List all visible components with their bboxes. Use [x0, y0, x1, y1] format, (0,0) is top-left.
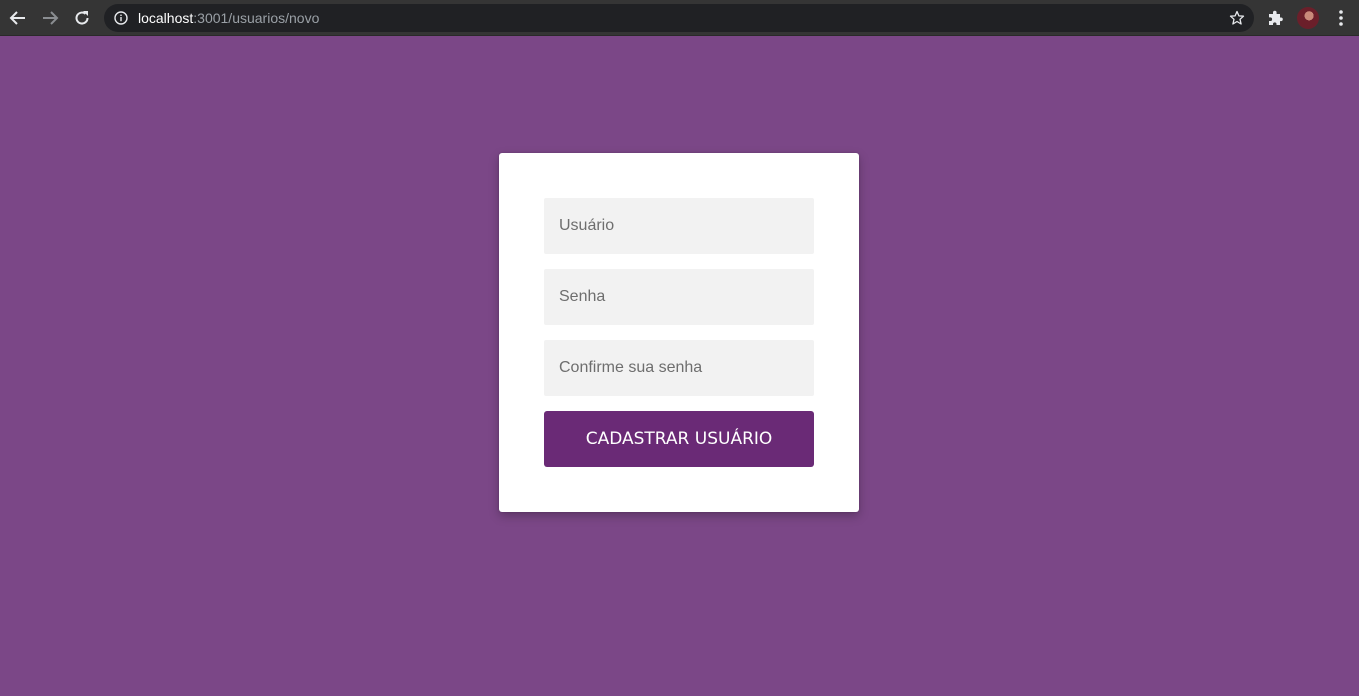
puzzle-icon[interactable] [1265, 8, 1285, 28]
url-path: :3001/usuarios/novo [193, 10, 320, 26]
url-host: localhost [138, 10, 194, 26]
register-user-button[interactable]: CADASTRAR USUÁRIO [544, 411, 814, 467]
username-input[interactable] [544, 198, 814, 254]
url-text: localhost:3001/usuarios/novo [138, 10, 319, 26]
password-input[interactable] [544, 269, 814, 325]
arrow-right-icon [43, 11, 59, 25]
reload-button[interactable] [70, 6, 94, 30]
address-bar[interactable]: localhost:3001/usuarios/novo [104, 4, 1254, 32]
info-icon[interactable] [113, 10, 129, 26]
reload-icon [75, 11, 89, 25]
forward-button[interactable] [38, 6, 62, 30]
signup-card: CADASTRAR USUÁRIO [499, 153, 859, 512]
register-user-label: CADASTRAR USUÁRIO [585, 429, 773, 449]
arrow-left-icon [9, 11, 25, 25]
kebab-menu-icon[interactable] [1331, 8, 1351, 28]
back-button[interactable] [6, 6, 30, 30]
star-icon[interactable] [1228, 9, 1246, 27]
browser-toolbar: localhost:3001/usuarios/novo [0, 0, 1359, 36]
confirm-password-input[interactable] [544, 340, 814, 396]
avatar[interactable] [1297, 7, 1319, 29]
